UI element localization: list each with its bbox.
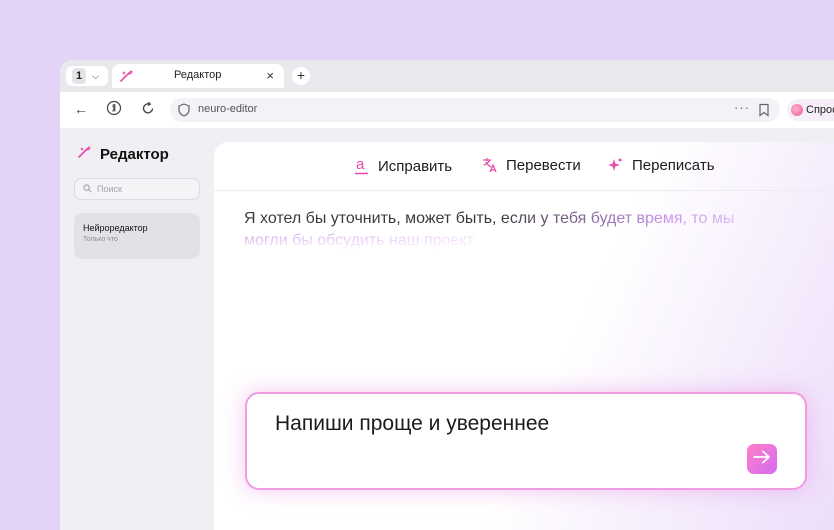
tab-editor[interactable]: Редактор × xyxy=(112,64,284,88)
magic-pen-icon xyxy=(118,68,134,89)
history-item-title: Нейроредактор xyxy=(83,223,148,233)
history-item-time: Только что xyxy=(83,236,118,243)
bookmark-icon[interactable] xyxy=(758,103,770,122)
spellcheck-icon: a xyxy=(354,156,370,176)
magic-pen-icon xyxy=(76,144,92,165)
prompt-text: Напиши проще и увереннее xyxy=(275,412,550,435)
arrow-right-icon xyxy=(753,450,771,469)
translate-button[interactable]: Перевести xyxy=(480,156,581,174)
tab-title: Редактор xyxy=(174,69,222,81)
prompt-input[interactable]: Напиши проще и увереннее xyxy=(245,392,807,490)
editor-line-2: могли бы обсудить наш проект xyxy=(244,230,804,252)
url-text: neuro-editor xyxy=(198,103,258,115)
new-tab-button[interactable]: + xyxy=(292,67,310,85)
sidebar-title: Редактор xyxy=(100,146,169,163)
rewrite-label: Переписать xyxy=(632,156,715,174)
alice-icon xyxy=(791,104,803,116)
chevron-down-icon: ⌵ xyxy=(92,70,99,81)
sidebar: Редактор Поиск Нейроредактор Только что xyxy=(60,128,214,530)
editor-panel: a Исправить Перевести Переписать Я хотел… xyxy=(214,142,834,530)
history-item[interactable]: Нейроредактор Только что xyxy=(74,213,200,259)
reload-icon[interactable] xyxy=(140,100,156,119)
rewrite-button[interactable]: Переписать xyxy=(606,156,715,174)
tab-bar: 1 ⌵ Редактор × + xyxy=(60,60,834,92)
sparkles-icon xyxy=(606,156,624,174)
back-arrow-icon[interactable]: ← xyxy=(74,101,88,117)
fix-label: Исправить xyxy=(378,157,453,175)
close-icon[interactable]: × xyxy=(266,68,274,83)
shield-icon xyxy=(178,103,190,122)
send-button[interactable] xyxy=(747,444,777,474)
svg-text:a: a xyxy=(356,156,365,173)
ask-label: Спрос xyxy=(806,104,834,116)
tab-count: 1 xyxy=(72,68,87,84)
translate-icon xyxy=(480,156,498,174)
editor-line-1: Я хотел бы уточнить, может быть, если у … xyxy=(244,208,804,230)
yandex-icon[interactable] xyxy=(106,100,122,119)
tab-count-button[interactable]: 1 ⌵ xyxy=(66,66,108,86)
navigation-bar: ← neuro-editor ··· Спрос xyxy=(60,92,834,129)
sidebar-brand: Редактор xyxy=(76,144,169,165)
search-icon xyxy=(83,183,92,195)
ask-alice-button[interactable]: Спрос xyxy=(787,99,834,121)
editor-text[interactable]: Я хотел бы уточнить, может быть, если у … xyxy=(244,208,804,252)
browser-window: 1 ⌵ Редактор × + ← neuro-editor ··· Спро… xyxy=(60,60,834,530)
translate-label: Перевести xyxy=(506,156,581,174)
search-input[interactable]: Поиск xyxy=(74,178,200,200)
fix-button[interactable]: a Исправить xyxy=(354,156,452,176)
search-placeholder: Поиск xyxy=(97,184,122,194)
editor-toolbar: a Исправить Перевести Переписать xyxy=(214,142,834,191)
more-icon[interactable]: ··· xyxy=(734,100,750,115)
address-bar[interactable]: neuro-editor ··· xyxy=(170,98,780,122)
